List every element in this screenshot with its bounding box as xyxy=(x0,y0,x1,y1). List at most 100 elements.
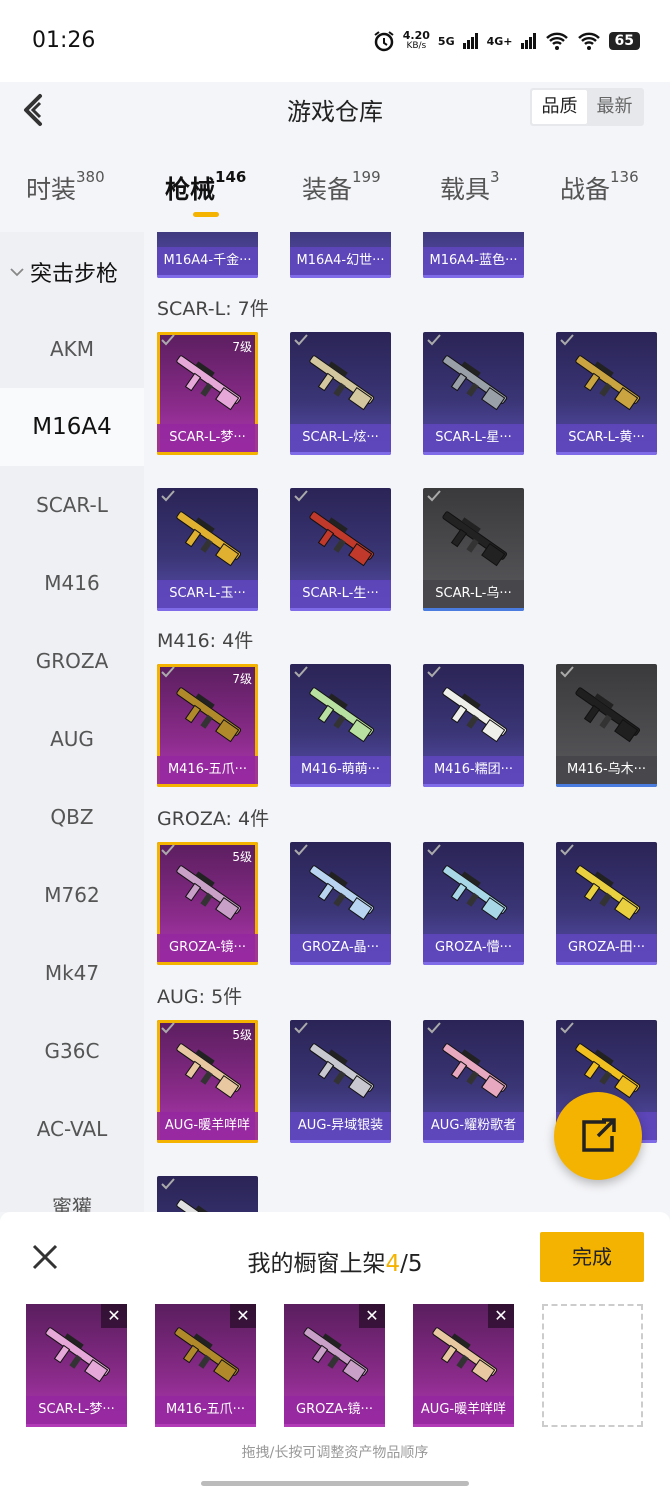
gun-card[interactable]: SCAR-L-黄··· xyxy=(556,332,657,455)
showcase-slot-label: AUG-暖羊咩咩 xyxy=(413,1396,514,1424)
showcase-slot[interactable]: ✕ M416-五爪··· xyxy=(155,1304,256,1427)
gun-card[interactable]: 7级 SCAR-L-梦··· xyxy=(157,332,258,455)
sidebar-item-ac-val[interactable]: AC-VAL xyxy=(0,1090,144,1168)
signal-5g-icon: 5G xyxy=(437,34,455,48)
gun-image xyxy=(174,1327,240,1383)
gun-card-label: M16A4-蓝色··· xyxy=(423,247,524,275)
gun-card[interactable]: AUG-异域银装 xyxy=(290,1020,391,1143)
gun-card-label: SCAR-L-黄··· xyxy=(556,424,657,452)
sidebar-item-m762[interactable]: M762 xyxy=(0,856,144,934)
sidebar-item-aug[interactable]: AUG xyxy=(0,700,144,778)
empty-slot[interactable] xyxy=(542,1304,643,1427)
gun-image xyxy=(176,511,242,567)
gun-image xyxy=(575,355,641,411)
gun-card[interactable]: GROZA-晶··· xyxy=(290,842,391,965)
gun-card[interactable]: SCAR-L-炫··· xyxy=(290,332,391,455)
gun-image xyxy=(442,865,508,921)
tab-vehicles[interactable]: 载具3 xyxy=(440,168,500,206)
gun-card[interactable]: M16A4-蓝色··· xyxy=(423,232,524,278)
sidebar-group-label: 突击步枪 xyxy=(30,262,119,287)
gun-image xyxy=(442,1043,508,1099)
gun-image xyxy=(432,1327,498,1383)
tab-guns[interactable]: 枪械146 xyxy=(165,168,246,217)
chevron-down-icon xyxy=(10,268,24,277)
gun-image xyxy=(45,1327,111,1383)
gun-image xyxy=(575,687,641,743)
gun-card[interactable]: M16A4-千金··· xyxy=(157,232,258,278)
wifi-icon-2 xyxy=(577,32,600,50)
gun-card[interactable]: GROZA-田··· xyxy=(556,842,657,965)
gun-card[interactable]: M416-糯团··· xyxy=(423,664,524,787)
remove-icon[interactable]: ✕ xyxy=(488,1304,514,1328)
gun-image xyxy=(309,511,375,567)
gun-card[interactable]: 5级 AUG-暖羊咩咩 xyxy=(157,1020,258,1143)
gun-card[interactable]: SCAR-L-乌··· xyxy=(423,488,524,611)
gun-image xyxy=(442,511,508,567)
status-icons: 4.20 KB/s 5G 4G+ 65 xyxy=(373,30,640,52)
gun-card-label: AUG-耀粉歌者 xyxy=(423,1112,524,1140)
sidebar-item-蜜獾[interactable]: 蜜獾 xyxy=(0,1168,144,1212)
showcase-slot-label: SCAR-L-梦··· xyxy=(26,1396,127,1424)
tab-supplies[interactable]: 战备136 xyxy=(560,168,639,206)
gun-image xyxy=(309,1043,375,1099)
gun-image xyxy=(176,687,242,743)
gun-card[interactable]: 7级 M416-五爪··· xyxy=(157,664,258,787)
remove-icon[interactable]: ✕ xyxy=(230,1304,256,1328)
sidebar-group-assault-rifles[interactable]: 突击步枪 xyxy=(10,256,118,288)
sidebar-item-groza[interactable]: GROZA xyxy=(0,622,144,700)
sidebar-item-g36c[interactable]: G36C xyxy=(0,1012,144,1090)
gun-card[interactable]: M16A4-幻世··· xyxy=(290,232,391,278)
section-title: SCAR-L: 7件 xyxy=(157,298,269,320)
tab-fashion[interactable]: 时装380 xyxy=(26,168,105,206)
gun-card[interactable]: SCAR-L-玉··· xyxy=(157,488,258,611)
active-tab-indicator xyxy=(193,212,219,217)
wifi-icon xyxy=(545,32,568,50)
gun-card-label: SCAR-L-乌··· xyxy=(423,580,524,608)
showcase-slot-label: GROZA-镜··· xyxy=(284,1396,385,1424)
gun-card[interactable]: SCAR-L-星··· xyxy=(423,332,524,455)
share-icon xyxy=(582,1118,616,1152)
section-title: M416: 4件 xyxy=(157,630,254,652)
item-grid: M16A4-千金··· M16A4-幻世··· M16A4-蓝色··· SCAR-L:… xyxy=(144,232,670,1212)
gun-card[interactable]: GROZA-懵··· xyxy=(423,842,524,965)
tab-equipment[interactable]: 装备199 xyxy=(302,168,381,206)
gun-image xyxy=(176,865,242,921)
sidebar-item-m416[interactable]: M416 xyxy=(0,544,144,622)
header: 游戏仓库 品质 最新 xyxy=(0,82,670,142)
gun-card[interactable]: M416-乌木··· xyxy=(556,664,657,787)
gun-card[interactable]: AUG-耀粉歌者 xyxy=(423,1020,524,1143)
done-button[interactable]: 完成 xyxy=(540,1232,644,1282)
sidebar-item-mk47[interactable]: Mk47 xyxy=(0,934,144,1012)
sidebar-item-m16a4[interactable]: M16A4 xyxy=(0,388,144,466)
sidebar-item-scar-l[interactable]: SCAR-L xyxy=(0,466,144,544)
sort-toggle: 品质 最新 xyxy=(530,88,644,126)
gun-card-label: GROZA-镜··· xyxy=(157,934,258,962)
alarm-icon xyxy=(374,31,394,52)
remove-icon[interactable]: ✕ xyxy=(359,1304,385,1328)
gun-card-label: M416-萌萌··· xyxy=(290,756,391,784)
sidebar-item-akm[interactable]: AKM xyxy=(0,310,144,388)
gun-card-label: GROZA-田··· xyxy=(556,934,657,962)
showcase-slot[interactable]: ✕ AUG-暖羊咩咩 xyxy=(413,1304,514,1427)
showcase-slot[interactable]: ✕ SCAR-L-梦··· xyxy=(26,1304,127,1427)
remove-icon[interactable]: ✕ xyxy=(101,1304,127,1328)
sidebar-item-qbz[interactable]: QBZ xyxy=(0,778,144,856)
showcase-panel: 我的橱窗上架4/5 完成 ✕ SCAR-L-梦··· ✕ M416-五爪··· ✕ GRO… xyxy=(0,1212,670,1489)
gun-card-label: SCAR-L-生··· xyxy=(290,580,391,608)
section-title: AUG: 5件 xyxy=(157,986,243,1008)
gun-card-label: AUG-异域银装 xyxy=(290,1112,391,1140)
gun-card-label: SCAR-L-玉··· xyxy=(157,580,258,608)
showcase-slot-label: M416-五爪··· xyxy=(155,1396,256,1424)
sort-newest-button[interactable]: 最新 xyxy=(587,90,642,124)
share-button[interactable] xyxy=(554,1092,642,1180)
sort-quality-button[interactable]: 品质 xyxy=(532,90,587,124)
section-title: GROZA: 4件 xyxy=(157,808,270,830)
gun-card[interactable] xyxy=(157,1176,258,1212)
status-bar: 01:26 4.20 KB/s 5G 4G+ 65 xyxy=(0,0,670,82)
gun-image xyxy=(309,687,375,743)
showcase-slot[interactable]: ✕ GROZA-镜··· xyxy=(284,1304,385,1427)
gun-card[interactable]: M416-萌萌··· xyxy=(290,664,391,787)
gun-card[interactable]: SCAR-L-生··· xyxy=(290,488,391,611)
gun-image xyxy=(176,355,242,411)
gun-card[interactable]: 5级 GROZA-镜··· xyxy=(157,842,258,965)
